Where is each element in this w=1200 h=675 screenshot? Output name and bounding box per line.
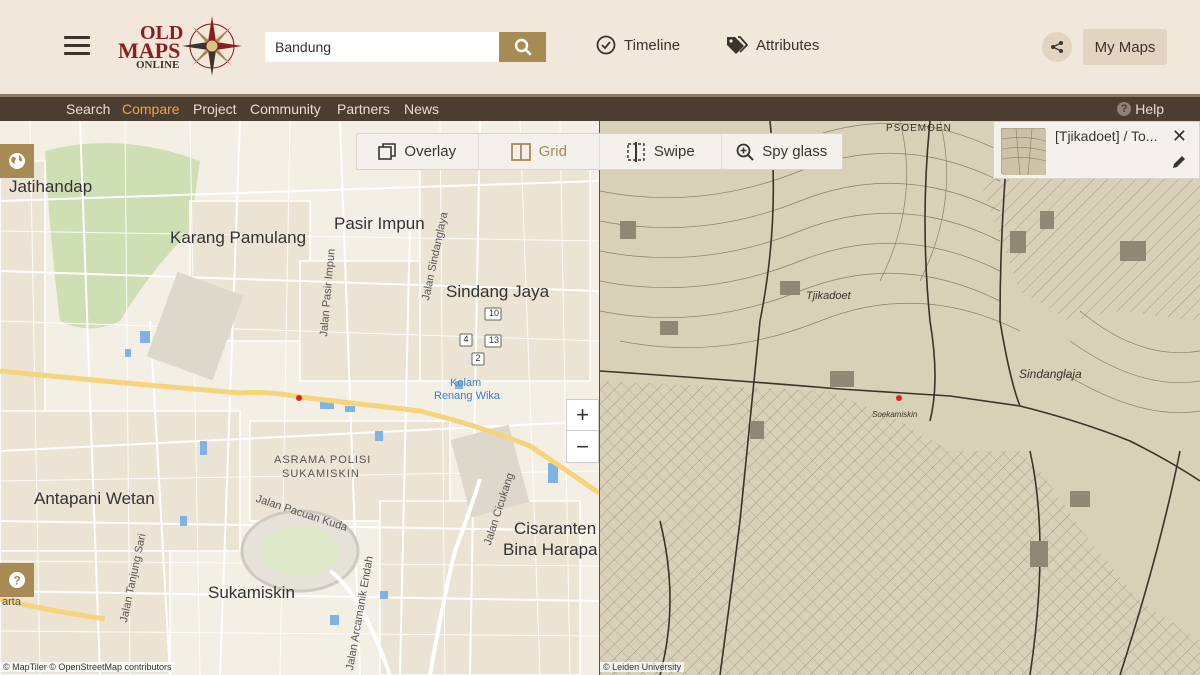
right-map-attribution[interactable]: © Leiden University bbox=[600, 662, 685, 672]
overlay-icon bbox=[378, 142, 397, 160]
place-label-sukamiskin: Sukamiskin bbox=[208, 583, 295, 602]
tool-swipe-label: Swipe bbox=[653, 143, 695, 160]
attributes-button[interactable]: Attributes bbox=[726, 35, 819, 55]
place-label-cisaranten: Cisaranten bbox=[514, 519, 597, 538]
historical-location-pin[interactable] bbox=[896, 395, 902, 401]
nav-project[interactable]: Project bbox=[193, 101, 237, 117]
nav-news[interactable]: News bbox=[404, 101, 439, 117]
timeline-label: Timeline bbox=[624, 36, 681, 54]
share-button[interactable] bbox=[1042, 32, 1072, 62]
spyglass-icon bbox=[736, 143, 754, 161]
historical-label-sindanglaja: Sindanglaja bbox=[1019, 367, 1082, 381]
street-label-arta: arta bbox=[2, 596, 21, 608]
close-icon[interactable]: ✕ bbox=[1172, 126, 1187, 147]
zoom-in-button[interactable]: + bbox=[567, 400, 598, 431]
globe-button[interactable] bbox=[0, 144, 34, 178]
grid-divider bbox=[599, 121, 600, 675]
tool-grid-label: Grid bbox=[538, 143, 567, 160]
help-icon: ? bbox=[1117, 102, 1132, 116]
main-nav: Search Compare Project Community Partner… bbox=[0, 94, 1200, 121]
question-icon: ? bbox=[9, 572, 25, 588]
tool-overlay[interactable]: Overlay bbox=[357, 134, 479, 169]
nav-partners[interactable]: Partners bbox=[337, 101, 390, 117]
left-map-attribution[interactable]: © MapTiler © OpenStreetMap contributors bbox=[0, 662, 175, 672]
help-link[interactable]: ? Help bbox=[1117, 101, 1164, 117]
location-pin[interactable] bbox=[296, 395, 302, 401]
map-thumbnail-image bbox=[1001, 128, 1047, 176]
historical-label-soekamiskin: Soekamiskin bbox=[872, 410, 918, 419]
historical-label-psoemoen: PSOEMOEN bbox=[886, 123, 952, 134]
attributes-label: Attributes bbox=[756, 36, 820, 54]
poi-label-asrama-1: ASRAMA POLISI bbox=[274, 454, 372, 466]
nav-compare[interactable]: Compare bbox=[122, 101, 180, 117]
place-label-pasir-impun: Pasir Impun bbox=[334, 214, 425, 233]
logo-word-online: ONLINE bbox=[136, 59, 180, 71]
place-label-antapani-wetan: Antapani Wetan bbox=[34, 489, 155, 508]
search-button[interactable] bbox=[499, 32, 546, 62]
globe-icon bbox=[9, 153, 25, 169]
route-shield-10: 10 bbox=[488, 308, 499, 318]
route-shield-2: 2 bbox=[475, 353, 481, 363]
nav-search[interactable]: Search bbox=[66, 101, 110, 117]
search-bar bbox=[265, 32, 546, 62]
place-label-karang-pamulang: Karang Pamulang bbox=[170, 228, 307, 247]
poi-label-asrama-2: SUKAMISKIN bbox=[282, 468, 360, 480]
clock-check-icon bbox=[596, 35, 616, 55]
route-shield-4: 4 bbox=[463, 334, 469, 344]
map-card-title[interactable]: [Tjikadoet] / To... bbox=[1055, 128, 1171, 144]
swipe-icon bbox=[627, 141, 645, 162]
nav-community[interactable]: Community bbox=[250, 101, 321, 117]
map-thumbnail[interactable] bbox=[1001, 128, 1047, 176]
historical-map-card[interactable]: [Tjikadoet] / To... ✕ bbox=[993, 121, 1200, 179]
place-label-jatihandap: Jatihandap bbox=[9, 177, 93, 196]
tool-spyglass-label: Spy glass bbox=[762, 143, 828, 160]
search-input[interactable] bbox=[265, 32, 499, 62]
grid-icon bbox=[510, 142, 531, 161]
share-icon bbox=[1051, 41, 1063, 53]
place-label-bina-harapa: Bina Harapa bbox=[503, 540, 598, 559]
tool-spyglass[interactable]: Spy glass bbox=[722, 134, 843, 169]
tags-icon bbox=[727, 36, 748, 54]
historical-map[interactable]: PSOEMOEN Tjikadoet Sindanglaja Soekamisk… bbox=[600, 121, 1200, 675]
tool-overlay-label: Overlay bbox=[404, 143, 457, 160]
place-label-sindang-jaya: Sindang Jaya bbox=[446, 282, 550, 301]
modern-map[interactable]: 10 13 4 2 Jatihandap Karang Pamulang Pas… bbox=[0, 121, 599, 675]
timeline-button[interactable]: Timeline bbox=[596, 35, 680, 55]
my-maps-button[interactable]: My Maps bbox=[1083, 29, 1167, 65]
help-label: Help bbox=[1135, 101, 1164, 117]
map-help-button[interactable]: ? bbox=[0, 563, 34, 597]
zoom-out-button[interactable]: − bbox=[567, 431, 598, 462]
search-icon bbox=[514, 38, 531, 56]
edit-icon[interactable] bbox=[1172, 155, 1186, 174]
poi-label-kolam-2: Renang Wika bbox=[434, 390, 501, 402]
tool-swipe[interactable]: Swipe bbox=[600, 134, 722, 169]
route-shield-13: 13 bbox=[488, 335, 499, 345]
compare-toolbar: Overlay Grid Swipe Spy glass bbox=[356, 133, 843, 170]
svg-text:?: ? bbox=[13, 574, 20, 588]
historical-label-tjikadoet: Tjikadoet bbox=[806, 290, 851, 302]
poi-label-kolam-1: Kolam bbox=[450, 377, 482, 389]
zoom-control: + − bbox=[566, 399, 599, 463]
tool-grid[interactable]: Grid bbox=[479, 134, 600, 169]
menu-icon[interactable] bbox=[64, 36, 90, 56]
old-maps-online-logo[interactable]: OLD MAPS ONLINE bbox=[116, 12, 246, 78]
top-header: OLD MAPS ONLINE Timeline Attributes bbox=[0, 0, 1200, 94]
